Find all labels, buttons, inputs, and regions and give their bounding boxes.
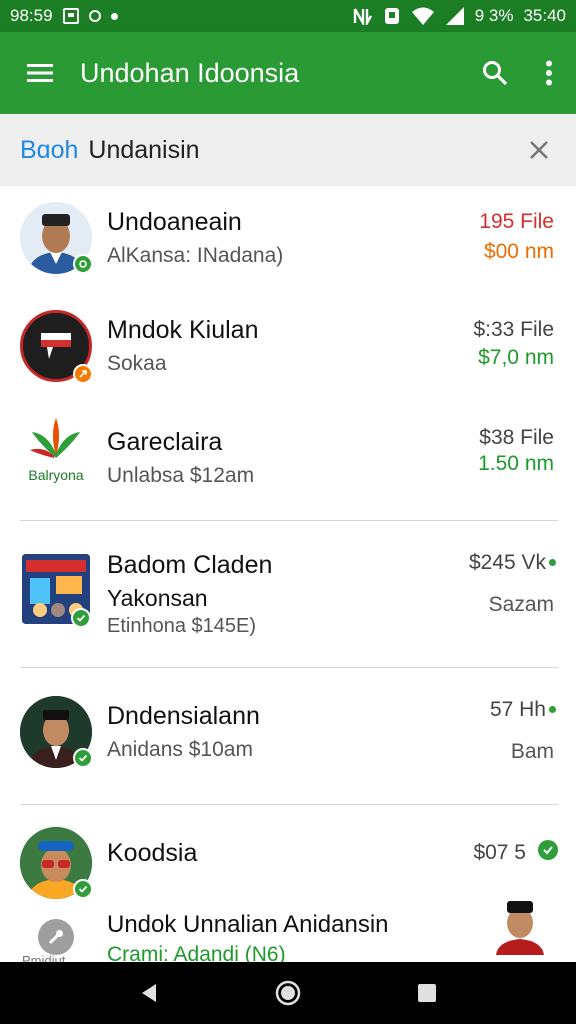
item-size: $:33 File (473, 318, 554, 341)
search-bar[interactable]: Bɑoh Undanisin (0, 114, 576, 186)
list-item[interactable]: Undoaneain AlKansa: INadana) 195 File $0… (0, 186, 576, 300)
item-subtitle: Anidans $10am (107, 738, 253, 761)
item-size: $38 File (479, 426, 554, 449)
recents-button[interactable] (397, 968, 457, 1018)
back-button[interactable] (119, 968, 179, 1018)
item-time: $00 nm (483, 240, 554, 263)
more-button[interactable] (522, 32, 576, 114)
wrench-icon (48, 930, 63, 945)
tool-icon-circle (38, 919, 74, 955)
signal-icon (445, 7, 464, 25)
item-time: $7,0 nm (478, 346, 554, 369)
arrow-icon (79, 370, 87, 378)
notification-icon (62, 8, 79, 24)
unread-dot (549, 559, 556, 566)
logo-text: Balryona (28, 467, 84, 483)
list-item[interactable]: Dndensialann Anidans $10am 57 Hh Bam (0, 668, 576, 804)
item-name: Koodsia (107, 839, 198, 867)
search-query-highlight: Bɑoh (20, 135, 79, 164)
more-vert-icon (546, 60, 552, 86)
item-name: Undok Unnalian Anidansin (107, 911, 389, 938)
menu-button[interactable] (0, 32, 80, 114)
status-time: 98:59 (10, 6, 53, 25)
company-logo: Balryona (18, 414, 94, 490)
item-left-label: Pmidiut (22, 953, 66, 962)
search-query-text: Undanisin (88, 135, 200, 164)
search-query[interactable]: Bɑoh Undanisin (20, 136, 522, 165)
status-badge (71, 608, 91, 628)
item-subtitle: Sokaa (107, 352, 167, 375)
list-item[interactable]: Mndok Kiulan Sokaa $:33 File $7,0 nm (0, 300, 576, 410)
search-button[interactable] (468, 32, 522, 114)
read-check (538, 840, 558, 860)
item-size: 195 File (479, 210, 554, 233)
item-subtitle: Crami: Adandi (N6) (107, 943, 286, 962)
check-icon (78, 754, 88, 762)
avatar (494, 893, 546, 955)
battery-text: 9 3% (474, 6, 514, 25)
list-item[interactable]: Balryona Gareclaira Unlabsa $12am $38 Fi… (0, 410, 576, 520)
status-clock: 35:40 (523, 6, 566, 25)
list-item[interactable]: Pmidiut Undok Unnalian Anidansin Crami: … (0, 891, 576, 962)
nfc-icon (353, 8, 372, 25)
item-subtitle: Etinhona $145E) (107, 615, 257, 637)
status-badge (73, 254, 93, 274)
item-name-line2: Yakonsan (107, 585, 208, 611)
check-icon (543, 846, 553, 855)
app-title: Undohan Idoonsia (80, 57, 300, 88)
home-icon (275, 980, 301, 1006)
wifi-icon (411, 7, 434, 25)
list-item[interactable]: Koodsia $07 5 (0, 805, 576, 899)
item-name: Mndok Kiulan (107, 316, 259, 344)
status-badge (73, 748, 93, 768)
clear-search-button[interactable] (522, 133, 556, 167)
item-size: $245 Vk (468, 551, 546, 574)
close-icon (530, 141, 548, 159)
back-icon (142, 984, 157, 1002)
result-list: Undoaneain AlKansa: INadana) 195 File $0… (0, 186, 576, 962)
unread-dot (549, 706, 556, 713)
item-size: $07 5 (473, 841, 526, 864)
menu-icon (27, 64, 53, 82)
item-time: 1.50 nm (478, 452, 554, 475)
item-name: Badom Claden (107, 551, 273, 579)
item-name: Dndensialann (107, 702, 260, 730)
app-bar: Undohan Idoonsia (0, 32, 576, 114)
alarm-icon (384, 8, 399, 24)
dot-icon (110, 12, 118, 20)
search-icon (483, 61, 508, 86)
item-time: Sazam (488, 593, 554, 616)
home-button[interactable] (258, 968, 318, 1018)
recents-icon (417, 984, 436, 1002)
list-item[interactable]: Badom Claden Yakonsan Etinhona $145E) $2… (0, 521, 576, 667)
status-badge (73, 364, 93, 384)
item-name: Gareclaira (107, 428, 223, 456)
check-icon (79, 260, 87, 268)
status-bar: 98:59 9 3% 35:40 (0, 0, 576, 32)
item-subtitle: Unlabsa $12am (107, 464, 255, 487)
item-subtitle: AlKansa: INadana) (107, 244, 284, 267)
item-size: 57 Hh (489, 698, 546, 721)
sync-icon (88, 10, 101, 22)
check-icon (76, 614, 86, 622)
item-name: Undoaneain (107, 208, 242, 236)
item-time: Bam (510, 740, 554, 763)
navigation-bar (0, 962, 576, 1024)
